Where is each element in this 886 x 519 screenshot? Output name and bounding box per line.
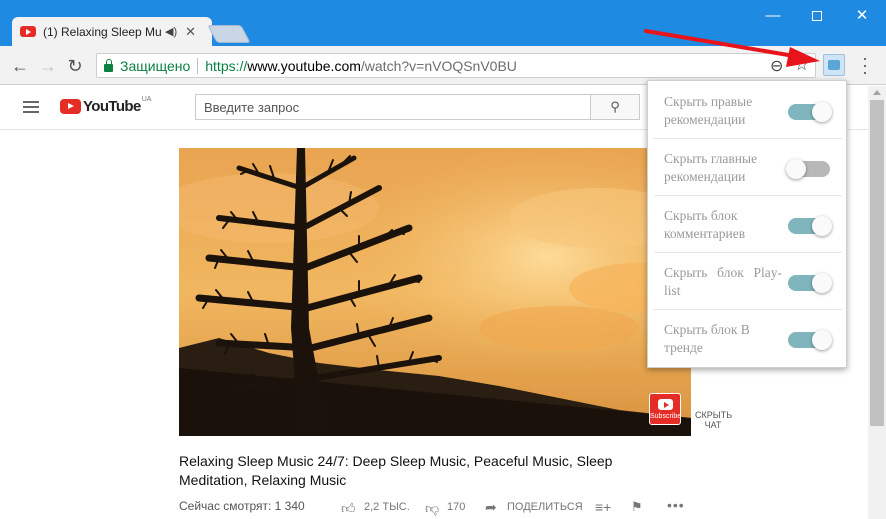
option-row-hide-comments: Скрыть блок комментариев bbox=[648, 195, 848, 252]
youtube-favicon-icon bbox=[20, 26, 36, 37]
toggle-knob bbox=[812, 273, 832, 293]
youtube-region: UA bbox=[141, 96, 152, 103]
browser-tab[interactable]: (1) Relaxing Sleep Music ◀) ✕ bbox=[12, 17, 212, 46]
toggle-switch[interactable] bbox=[786, 102, 832, 122]
search-icon: ⚲ bbox=[610, 99, 620, 114]
youtube-logo[interactable]: YouTube UA bbox=[60, 96, 152, 115]
audio-playing-icon[interactable]: ◀) bbox=[165, 25, 177, 38]
extension-icon[interactable] bbox=[823, 54, 845, 76]
close-window-button[interactable]: ✕ bbox=[851, 6, 873, 26]
hide-chat-button[interactable]: СКРЫТЬ ЧАТ bbox=[695, 410, 732, 430]
url-host: www.youtube.com bbox=[247, 57, 361, 74]
option-label: Скрыть блок комментариев bbox=[664, 208, 746, 241]
video-title: Relaxing Sleep Music 24/7: Deep Sleep Mu… bbox=[179, 453, 613, 488]
secure-label: Защищено bbox=[120, 57, 191, 74]
option-row-hide-playlist: Скрыть блок Play-list bbox=[648, 252, 848, 309]
option-row-hide-trending: Скрыть блок В тренде bbox=[648, 309, 848, 366]
zoom-icon[interactable]: ⊖ bbox=[770, 56, 783, 76]
reload-icon[interactable]: ↻ bbox=[63, 54, 87, 78]
option-row-hide-main-recommendations: Скрыть главные рекомендации bbox=[648, 138, 848, 195]
toggle-switch[interactable] bbox=[786, 273, 832, 293]
toggle-switch[interactable] bbox=[786, 216, 832, 236]
option-label: Скрыть блок Play-list bbox=[664, 265, 782, 298]
share-icon[interactable]: ➦ bbox=[485, 499, 497, 516]
lock-icon bbox=[104, 58, 113, 72]
window-titlebar: (1) Relaxing Sleep Music ◀) ✕ — ✕ bbox=[0, 0, 886, 46]
search-input[interactable]: Введите запрос bbox=[195, 94, 591, 120]
toggle-knob bbox=[786, 159, 806, 179]
subscribe-label: Subscribe bbox=[650, 413, 682, 420]
dislike-icon[interactable]: 👎︎ bbox=[425, 500, 439, 517]
scrollbar-thumb[interactable] bbox=[870, 100, 884, 426]
extension-popup: Скрыть правые рекомендации Скрыть главны… bbox=[647, 80, 847, 368]
toggle-knob bbox=[812, 330, 832, 350]
like-count[interactable]: 2,2 ТЫС. bbox=[364, 501, 410, 513]
tab-title: (1) Relaxing Sleep Music bbox=[43, 24, 161, 39]
menu-icon[interactable]: · · · bbox=[861, 49, 869, 81]
dislike-count[interactable]: 170 bbox=[447, 501, 465, 513]
new-tab-button[interactable] bbox=[207, 25, 251, 43]
scroll-up-icon[interactable] bbox=[873, 90, 881, 95]
like-icon[interactable]: 👍︎ bbox=[341, 500, 356, 517]
add-to-playlist-icon[interactable]: ≡+ bbox=[595, 499, 611, 515]
option-label: Скрыть правые рекомендации bbox=[664, 94, 753, 127]
hamburger-menu-icon[interactable] bbox=[23, 101, 39, 113]
toggle-switch[interactable] bbox=[786, 159, 832, 179]
subscribe-watermark-button[interactable]: Subscribe bbox=[649, 393, 681, 425]
address-bar[interactable]: Защищено https://www.youtube.com/watch?v… bbox=[96, 53, 816, 78]
extension-glyph-icon bbox=[828, 60, 840, 70]
live-viewers: Сейчас смотрят: 1 340 bbox=[179, 499, 305, 513]
minimize-window-button[interactable]: — bbox=[762, 6, 784, 26]
address-separator bbox=[197, 57, 199, 74]
back-icon[interactable]: ← bbox=[8, 54, 32, 78]
maximize-icon bbox=[812, 11, 822, 21]
page-scrollbar[interactable] bbox=[868, 86, 886, 519]
search-button[interactable]: ⚲ bbox=[590, 94, 640, 120]
youtube-logo-text: YouTube bbox=[83, 98, 141, 115]
toggle-knob bbox=[812, 102, 832, 122]
maximize-window-button[interactable] bbox=[806, 6, 828, 26]
share-button[interactable]: ПОДЕЛИТЬСЯ bbox=[507, 501, 583, 513]
url-scheme: https:// bbox=[205, 57, 248, 74]
star-icon[interactable]: ☆ bbox=[794, 55, 809, 75]
video-meta-row: Сейчас смотрят: 1 340 👍︎ 2,2 ТЫС. 👎︎ 170… bbox=[179, 497, 699, 519]
toggle-switch[interactable] bbox=[786, 330, 832, 350]
forward-icon[interactable]: → bbox=[36, 54, 60, 78]
toggle-knob bbox=[812, 216, 832, 236]
more-options-icon[interactable]: ••• bbox=[667, 497, 685, 513]
flag-icon[interactable]: ⚑ bbox=[631, 499, 643, 515]
url-path: /watch?v=nVOQSnV0BU bbox=[360, 57, 517, 74]
tab-close-icon[interactable]: ✕ bbox=[185, 24, 196, 40]
option-label: Скрыть главные рекомендации bbox=[664, 151, 758, 184]
option-row-hide-right-recommendations: Скрыть правые рекомендации bbox=[648, 81, 848, 138]
video-player[interactable] bbox=[179, 148, 691, 436]
option-label: Скрыть блок В тренде bbox=[664, 322, 750, 355]
youtube-play-icon bbox=[60, 99, 81, 114]
youtube-play-icon bbox=[658, 399, 673, 410]
video-frame bbox=[179, 148, 691, 436]
